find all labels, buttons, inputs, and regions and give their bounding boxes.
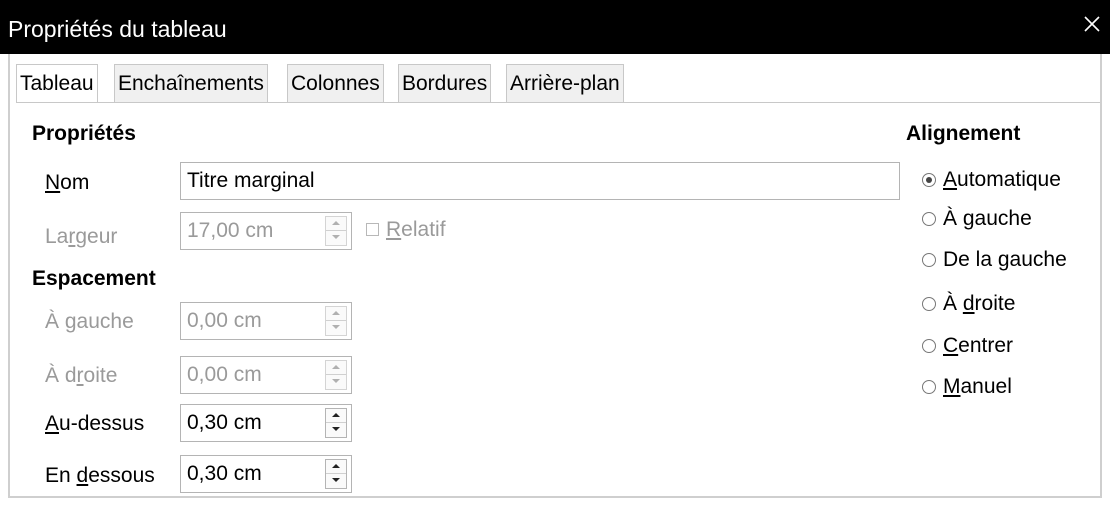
spin-down-icon[interactable] (326, 321, 346, 335)
tab-enchainements[interactable]: Enchaînements (114, 64, 268, 102)
radio-button[interactable] (922, 380, 936, 394)
spin-down-icon[interactable] (326, 231, 346, 245)
radio-label: À droite (943, 292, 1016, 315)
spacing-right-value: 0,00 cm (187, 363, 262, 386)
spacing-left-value: 0,00 cm (187, 309, 262, 332)
relative-checkbox[interactable] (366, 223, 379, 236)
radio-button[interactable] (922, 212, 936, 226)
relative-label: Relatif (386, 218, 446, 241)
dialog-title-bar: Propriétés du tableau (0, 0, 1110, 54)
spin-up-icon[interactable] (326, 409, 346, 423)
dialog-title: Propriétés du tableau (8, 16, 227, 42)
tab-colonnes[interactable]: Colonnes (287, 64, 384, 102)
spacing-right-spinbox[interactable]: 0,00 cm (180, 356, 352, 394)
width-label: Largeur (45, 225, 118, 248)
spin-up-icon[interactable] (326, 460, 346, 474)
properties-heading: Propriétés (32, 122, 136, 145)
spin-up-icon[interactable] (326, 217, 346, 231)
width-spin-buttons (325, 216, 347, 246)
spin-down-icon[interactable] (326, 474, 346, 488)
spin-up-icon[interactable] (326, 361, 346, 375)
spacing-left-label: À gauche (45, 310, 134, 333)
radio-label: Automatique (943, 168, 1061, 191)
tab-panel-tableau (16, 102, 1100, 494)
width-value: 17,00 cm (187, 219, 274, 242)
tab-tableau[interactable]: Tableau (16, 64, 98, 103)
radio-label: De la gauche (943, 248, 1067, 271)
tab-arriere-plan[interactable]: Arrière-plan (506, 64, 624, 102)
spacing-below-label: En dessous (45, 464, 155, 487)
tab-bordures[interactable]: Bordures (398, 64, 492, 102)
spin-down-icon[interactable] (326, 375, 346, 389)
radio-button[interactable] (922, 297, 936, 311)
spacing-above-spinbox[interactable]: 0,30 cm (180, 404, 352, 442)
spacing-heading: Espacement (32, 267, 156, 290)
radio-button-selected[interactable] (922, 173, 936, 187)
alignment-heading: Alignement (906, 122, 1021, 145)
radio-label: Centrer (943, 334, 1014, 357)
radio-label: À gauche (943, 207, 1032, 230)
radio-dot (926, 177, 932, 183)
spacing-above-label: Au-dessus (45, 412, 145, 435)
spacing-right-spin-buttons (325, 360, 347, 390)
spacing-left-spinbox[interactable]: 0,00 cm (180, 302, 352, 340)
spacing-left-spin-buttons (325, 306, 347, 336)
radio-button[interactable] (922, 253, 936, 267)
spin-up-icon[interactable] (326, 307, 346, 321)
spacing-above-spin-buttons (325, 408, 347, 438)
spin-down-icon[interactable] (326, 423, 346, 437)
radio-label: Manuel (943, 375, 1012, 398)
spacing-below-spinbox[interactable]: 0,30 cm (180, 455, 352, 493)
close-icon[interactable] (1080, 12, 1104, 36)
spacing-below-spin-buttons (325, 459, 347, 489)
spacing-right-label: À droite (45, 364, 118, 387)
spacing-above-value: 0,30 cm (187, 411, 262, 434)
name-label: Nom (45, 171, 90, 194)
radio-button[interactable] (922, 339, 936, 353)
spacing-below-value: 0,30 cm (187, 462, 262, 485)
width-spinbox[interactable]: 17,00 cm (180, 212, 352, 250)
name-field[interactable]: Titre marginal (180, 162, 900, 200)
